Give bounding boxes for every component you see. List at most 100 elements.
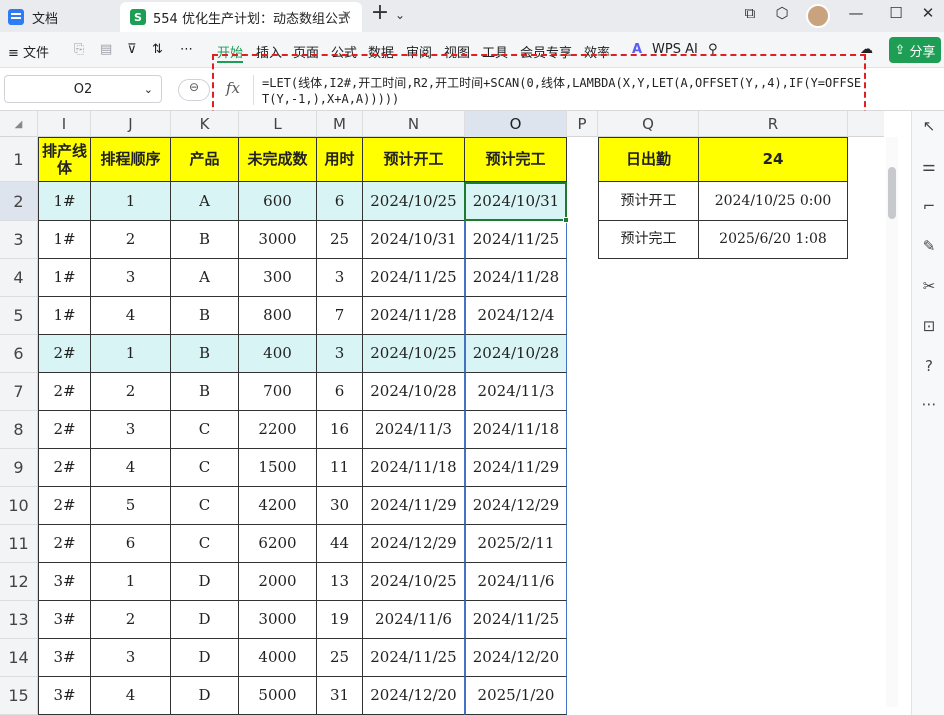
table-cell-end[interactable]: 2024/12/4 [465, 297, 567, 335]
table-cell-product[interactable]: B [171, 297, 239, 335]
table-cell-hours[interactable]: 3 [317, 259, 363, 297]
table-cell-product[interactable]: A [171, 259, 239, 297]
table-cell-end[interactable]: 2024/12/29 [465, 487, 567, 525]
header-cell-hours[interactable]: 用时 [317, 137, 363, 182]
col-header-r[interactable]: R [699, 111, 848, 137]
table-cell-qty[interactable]: 800 [239, 297, 317, 335]
tab-close-icon[interactable]: × [341, 8, 352, 23]
header-cell-end[interactable]: 预计完工 [465, 137, 567, 182]
table-cell-order[interactable]: 1 [91, 335, 171, 373]
header-cell-product[interactable]: 产品 [171, 137, 239, 182]
col-header-m[interactable]: M [317, 111, 363, 137]
copy-icon[interactable]: ⎘ [74, 42, 84, 57]
table-cell-qty[interactable]: 300 [239, 259, 317, 297]
table-cell-hours[interactable]: 31 [317, 677, 363, 715]
maximize-icon[interactable]: ☐ [884, 4, 908, 22]
table-cell-order[interactable]: 5 [91, 487, 171, 525]
table-cell-order[interactable]: 1 [91, 563, 171, 601]
col-header-p[interactable]: P [567, 111, 598, 137]
scrollbar-thumb[interactable] [888, 167, 896, 219]
tab-home[interactable]: 文档 [0, 2, 118, 32]
table-cell-hours[interactable]: 25 [317, 639, 363, 677]
row-header[interactable]: 4 [0, 259, 38, 297]
row-header[interactable]: 1 [0, 137, 38, 182]
table-cell-end[interactable]: 2024/11/25 [465, 221, 567, 259]
table-cell-end[interactable]: 2024/11/18 [465, 411, 567, 449]
table-cell-hours[interactable]: 3 [317, 335, 363, 373]
col-header-q[interactable]: Q [598, 111, 699, 137]
table-cell-qty[interactable]: 400 [239, 335, 317, 373]
row-header[interactable]: 15 [0, 677, 38, 715]
row-header[interactable]: 14 [0, 639, 38, 677]
table-cell-start[interactable]: 2024/12/29 [363, 525, 465, 563]
table-cell-start[interactable]: 2024/10/31 [363, 221, 465, 259]
zoom-icon[interactable]: ⊖ [178, 79, 210, 101]
table-cell-line[interactable]: 3# [38, 563, 91, 601]
row-header[interactable]: 10 [0, 487, 38, 525]
table-cell-start[interactable]: 2024/11/18 [363, 449, 465, 487]
header-cell-start[interactable]: 预计开工 [363, 137, 465, 182]
table-cell-qty[interactable]: 2200 [239, 411, 317, 449]
avatar[interactable] [806, 4, 830, 28]
tools-icon[interactable]: ✂ [919, 277, 939, 297]
chevron-down-icon[interactable]: ⌄ [144, 83, 153, 96]
select-all-corner[interactable]: ◢ [0, 111, 38, 137]
col-header-k[interactable]: K [171, 111, 239, 137]
table-cell-hours[interactable]: 6 [317, 182, 363, 221]
table-cell-order[interactable]: 4 [91, 677, 171, 715]
table-cell-start[interactable]: 2024/11/29 [363, 487, 465, 525]
row-header[interactable]: 11 [0, 525, 38, 563]
table-cell-qty[interactable]: 5000 [239, 677, 317, 715]
table-cell-start[interactable]: 2024/10/28 [363, 373, 465, 411]
cursor-icon[interactable]: ↖ [919, 117, 939, 137]
table-cell-line[interactable]: 1# [38, 221, 91, 259]
table-cell-order[interactable]: 3 [91, 259, 171, 297]
table-cell-qty[interactable]: 6200 [239, 525, 317, 563]
table-cell-end[interactable]: 2024/11/6 [465, 563, 567, 601]
table-cell-line[interactable]: 2# [38, 411, 91, 449]
table-cell-product[interactable]: D [171, 563, 239, 601]
table-cell-line[interactable]: 2# [38, 487, 91, 525]
table-cell-hours[interactable]: 6 [317, 373, 363, 411]
col-header-l[interactable]: L [239, 111, 317, 137]
table-cell-product[interactable]: D [171, 601, 239, 639]
table-cell-line[interactable]: 1# [38, 259, 91, 297]
table-cell-qty[interactable]: 4000 [239, 639, 317, 677]
table-cell-end[interactable]: 2024/12/20 [465, 639, 567, 677]
table-cell-start[interactable]: 2024/11/3 [363, 411, 465, 449]
col-header-n[interactable]: N [363, 111, 465, 137]
table-cell-line[interactable]: 3# [38, 677, 91, 715]
side-header-label[interactable]: 日出勤 [598, 137, 699, 182]
assistant-icon[interactable]: ✎ [919, 237, 939, 257]
table-cell-order[interactable]: 6 [91, 525, 171, 563]
table-cell-end[interactable]: 2024/11/29 [465, 449, 567, 487]
tab-active-workbook[interactable]: S 554 优化生产计划：动态数组公式 × [120, 2, 362, 32]
table-cell-product[interactable]: C [171, 449, 239, 487]
table-cell-product[interactable]: A [171, 182, 239, 221]
row-header[interactable]: 8 [0, 411, 38, 449]
side-end-label[interactable]: 预计完工 [598, 221, 699, 259]
filter-icon[interactable]: ⊽ [127, 42, 137, 57]
table-cell-product[interactable]: B [171, 221, 239, 259]
table-cell-hours[interactable]: 13 [317, 563, 363, 601]
row-header[interactable]: 9 [0, 449, 38, 487]
side-start-value[interactable]: 2024/10/25 0:00 [699, 182, 848, 221]
table-cell-start[interactable]: 2024/10/25 [363, 182, 465, 221]
row-header[interactable]: 6 [0, 335, 38, 373]
table-cell-line[interactable]: 2# [38, 525, 91, 563]
table-cell-hours[interactable]: 16 [317, 411, 363, 449]
table-cell-end[interactable]: 2024/11/28 [465, 259, 567, 297]
name-box[interactable]: O2 ⌄ [4, 75, 162, 103]
vertical-scrollbar[interactable] [886, 137, 898, 707]
table-cell-product[interactable]: D [171, 677, 239, 715]
table-cell-line[interactable]: 1# [38, 182, 91, 221]
side-header-value[interactable]: 24 [699, 137, 848, 182]
share-button[interactable]: ⇪ 分享 [889, 37, 941, 63]
row-header[interactable]: 13 [0, 601, 38, 639]
cube-icon[interactable]: ⬡ [770, 4, 794, 22]
table-cell-product[interactable]: C [171, 411, 239, 449]
crop-icon[interactable]: ⌐ [919, 197, 939, 217]
table-cell-line[interactable]: 2# [38, 335, 91, 373]
table-cell-hours[interactable]: 25 [317, 221, 363, 259]
restore-icon[interactable]: ⧉ [738, 4, 762, 22]
